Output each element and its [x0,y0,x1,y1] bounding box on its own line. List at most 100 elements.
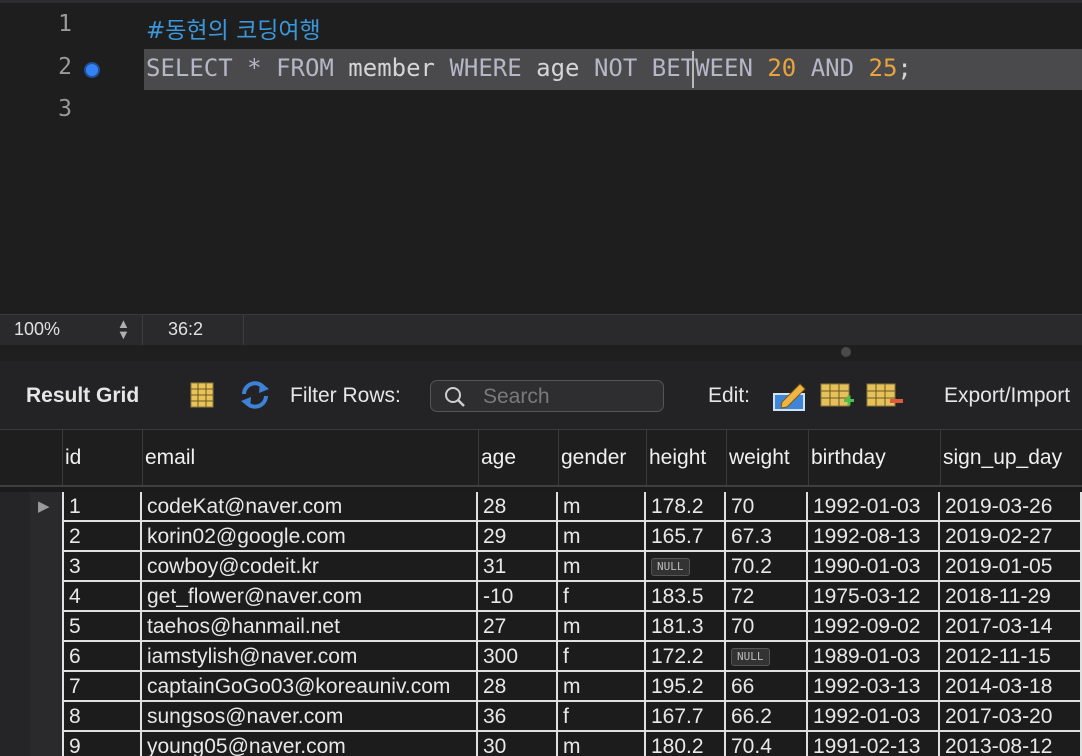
delete-row-icon[interactable] [866,381,904,411]
cell-sign-up-day[interactable]: 2019-02-27 [940,522,1082,552]
cell-age[interactable]: -10 [478,582,558,612]
cell-height[interactable]: 165.7 [646,522,726,552]
sql-editor[interactable]: 1 2 3 #동현의 코딩여행 SELECT * FROM member WHE… [0,0,1082,314]
cell-gender[interactable]: f [558,582,646,612]
cell-gender[interactable]: m [558,612,646,642]
cell-height[interactable]: 181.3 [646,612,726,642]
cell-weight[interactable]: 70 [726,612,808,642]
export-import-label[interactable]: Export/Import [944,384,1070,408]
table-row[interactable]: 8 sungsos@naver.com 36 f 167.7 66.2 1992-01-03… [0,702,1082,732]
filter-search-input[interactable]: Search [430,380,664,412]
table-row[interactable]: 3 cowboy@codeit.kr 31 m NULL 70.2 1990-01-03 20… [0,552,1082,582]
cell-id[interactable]: 2 [62,522,142,552]
current-statement-marker-icon[interactable] [86,64,98,76]
cell-age[interactable]: 29 [478,522,558,552]
cell-age[interactable]: 27 [478,612,558,642]
cell-gender[interactable]: f [558,702,646,732]
cell-email[interactable]: korin02@google.com [142,522,478,552]
cell-gender[interactable]: m [558,732,646,756]
cell-email[interactable]: get_flower@naver.com [142,582,478,612]
cell-birthday[interactable]: 1992-03-13 [808,672,940,702]
sql-statement-line[interactable]: SELECT * FROM member WHERE age NOT BETWE… [146,54,912,82]
edit-row-icon[interactable] [772,380,808,412]
column-header-email[interactable]: email [142,430,478,485]
cell-sign-up-day[interactable]: 2017-03-14 [940,612,1082,642]
cell-weight[interactable]: NULL [726,642,808,672]
cell-id[interactable]: 6 [62,642,142,672]
cell-height[interactable]: 172.2 [646,642,726,672]
cell-email[interactable]: sungsos@naver.com [142,702,478,732]
cell-height[interactable]: 183.5 [646,582,726,612]
cell-weight[interactable]: 67.3 [726,522,808,552]
cell-email[interactable]: young05@naver.com [142,732,478,756]
cell-id[interactable]: 9 [62,732,142,756]
table-row[interactable]: 7 captainGoGo03@koreauniv.com 28 m 195.2 66 19… [0,672,1082,702]
cell-age[interactable]: 31 [478,552,558,582]
cell-email[interactable]: cowboy@codeit.kr [142,552,478,582]
row-selector[interactable] [30,642,62,672]
cell-height[interactable]: 180.2 [646,732,726,756]
cell-age[interactable]: 28 [478,492,558,522]
cell-age[interactable]: 36 [478,702,558,732]
cell-gender[interactable]: m [558,672,646,702]
cell-sign-up-day[interactable]: 2019-01-05 [940,552,1082,582]
cell-sign-up-day[interactable]: 2019-03-26 [940,492,1082,522]
cell-birthday[interactable]: 1992-09-02 [808,612,940,642]
panel-splitter[interactable] [0,345,1082,361]
cell-gender[interactable]: m [558,552,646,582]
cell-weight[interactable]: 66 [726,672,808,702]
cell-birthday[interactable]: 1975-03-12 [808,582,940,612]
cell-weight[interactable]: 72 [726,582,808,612]
table-row[interactable]: 4 get_flower@naver.com -10 f 183.5 72 1975-03-… [0,582,1082,612]
cell-birthday[interactable]: 1992-01-03 [808,492,940,522]
cell-gender[interactable]: m [558,492,646,522]
column-header-age[interactable]: age [478,430,558,485]
cell-email[interactable]: captainGoGo03@koreauniv.com [142,672,478,702]
cell-height[interactable]: 167.7 [646,702,726,732]
cell-sign-up-day[interactable]: 2014-03-18 [940,672,1082,702]
column-header-birthday[interactable]: birthday [808,430,940,485]
cell-email[interactable]: taehos@hanmail.net [142,612,478,642]
zoom-level[interactable]: 100% [14,319,60,340]
row-selector[interactable] [30,672,62,702]
column-header-height[interactable]: height [646,430,726,485]
cell-weight[interactable]: 70.4 [726,732,808,756]
cell-sign-up-day[interactable]: 2017-03-20 [940,702,1082,732]
table-row[interactable]: ▶ 1 codeKat@naver.com 28 m 178.2 70 1992-01-03 2… [0,492,1082,522]
row-selector[interactable] [30,522,62,552]
row-selector[interactable] [30,582,62,612]
table-row[interactable]: 5 taehos@hanmail.net 27 m 181.3 70 1992-09-02 2… [0,612,1082,642]
cell-sign-up-day[interactable]: 2012-11-15 [940,642,1082,672]
cell-birthday[interactable]: 1992-01-03 [808,702,940,732]
cell-email[interactable]: codeKat@naver.com [142,492,478,522]
cell-birthday[interactable]: 1990-01-03 [808,552,940,582]
column-header-id[interactable]: id [62,430,142,485]
row-selector[interactable] [30,732,62,756]
cell-gender[interactable]: f [558,642,646,672]
column-header-sign-up-day[interactable]: sign_up_day [940,430,1082,485]
row-selector[interactable] [30,552,62,582]
cell-age[interactable]: 30 [478,732,558,756]
search-placeholder[interactable]: Search [483,385,550,409]
cell-id[interactable]: 5 [62,612,142,642]
cell-weight[interactable]: 66.2 [726,702,808,732]
cell-birthday[interactable]: 1989-01-03 [808,642,940,672]
cell-id[interactable]: 1 [62,492,142,522]
row-selector[interactable] [30,612,62,642]
cell-height[interactable]: NULL [646,552,726,582]
grid-layout-icon[interactable] [190,382,214,408]
cell-id[interactable]: 4 [62,582,142,612]
cell-sign-up-day[interactable]: 2018-11-29 [940,582,1082,612]
refresh-icon[interactable] [238,380,272,410]
column-header-weight[interactable]: weight [726,430,808,485]
cell-id[interactable]: 7 [62,672,142,702]
cell-age[interactable]: 300 [478,642,558,672]
cell-weight[interactable]: 70 [726,492,808,522]
cell-id[interactable]: 8 [62,702,142,732]
cell-age[interactable]: 28 [478,672,558,702]
cell-id[interactable]: 3 [62,552,142,582]
cell-birthday[interactable]: 1992-08-13 [808,522,940,552]
cell-email[interactable]: iamstylish@naver.com [142,642,478,672]
cell-gender[interactable]: m [558,522,646,552]
splitter-handle-icon[interactable] [841,347,851,357]
